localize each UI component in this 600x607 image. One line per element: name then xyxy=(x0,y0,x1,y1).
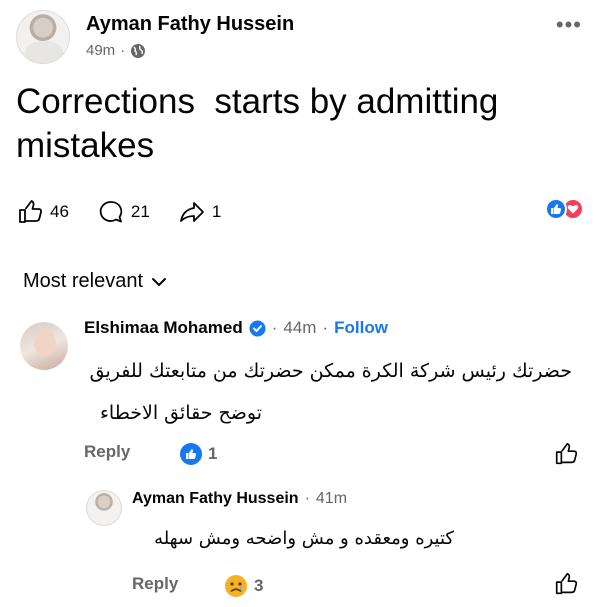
globe-icon xyxy=(131,43,146,58)
post-time[interactable]: 49m xyxy=(86,42,115,59)
comment-header: Ayman Fathy Hussein · 41m xyxy=(132,490,347,508)
comment-reactions[interactable]: 3 xyxy=(224,574,263,598)
post-reactions[interactable] xyxy=(545,198,584,220)
commenter-avatar[interactable] xyxy=(20,322,68,370)
share-button[interactable]: 1 xyxy=(178,198,221,226)
like-button[interactable]: 46 xyxy=(16,198,69,226)
chevron-down-icon xyxy=(152,277,167,286)
comment-text-line: توضح حقائق الاخطاء xyxy=(99,402,262,424)
post-action-bar: 46 21 1 xyxy=(16,196,584,228)
comment-reactions[interactable]: 1 xyxy=(180,443,217,465)
meta-separator: · xyxy=(304,490,310,507)
comment-text-line: كتيره ومعقده و مش واضحه ومش سهله xyxy=(154,528,454,549)
reaction-count: 3 xyxy=(254,576,264,595)
reply-button[interactable]: Reply xyxy=(132,574,178,594)
comment-time[interactable]: 44m xyxy=(283,318,316,338)
reaction-count: 1 xyxy=(208,444,218,463)
reply-button[interactable]: Reply xyxy=(84,442,130,462)
post-author-name[interactable]: Ayman Fathy Hussein xyxy=(86,13,294,36)
like-count: 46 xyxy=(50,202,69,221)
thumbs-up-icon[interactable] xyxy=(553,571,579,597)
meta-separator: · xyxy=(322,318,329,337)
share-count: 1 xyxy=(211,202,222,221)
verified-badge-icon xyxy=(249,320,266,336)
comment-text-line: حضرتك رئيس شركة الكرة ممكن حضرتك من متاب… xyxy=(89,360,572,382)
meta-separator: · xyxy=(271,318,278,337)
comment-header: Elshimaa Mohamed · 44m · Follow xyxy=(84,318,388,338)
post-text: Corrections starts by admitting mistakes xyxy=(16,82,509,165)
comment-text: حضرتك رئيس شركة الكرة ممكن حضرتك من متاب… xyxy=(84,353,572,389)
comment-time[interactable]: 41m xyxy=(316,490,347,508)
comment-text: كتيره ومعقده و مش واضحه ومش سهله xyxy=(132,522,454,556)
comment-button[interactable]: 21 xyxy=(97,198,150,226)
share-arrow-icon xyxy=(179,202,204,222)
comment-sort-dropdown[interactable]: Most relevant xyxy=(23,270,167,293)
post-meta: 49m · xyxy=(86,42,146,59)
author-avatar[interactable] xyxy=(16,10,70,64)
like-icon xyxy=(545,198,567,220)
sad-icon xyxy=(225,575,247,597)
comment-text: توضح حقائق الاخطاء xyxy=(84,395,262,431)
comment-bubble-icon xyxy=(99,201,123,223)
meta-separator: · xyxy=(120,42,126,59)
follow-button[interactable]: Follow xyxy=(334,318,388,338)
sort-label: Most relevant xyxy=(23,270,144,292)
commenter-name[interactable]: Elshimaa Mohamed xyxy=(84,318,243,338)
thumbs-up-icon xyxy=(19,200,42,223)
like-icon xyxy=(180,443,202,465)
post-header: Ayman Fathy Hussein 49m · ••• xyxy=(16,10,584,64)
commenter-name[interactable]: Ayman Fathy Hussein xyxy=(132,490,299,508)
more-options-icon[interactable]: ••• xyxy=(556,14,582,36)
replier-avatar[interactable] xyxy=(86,490,122,526)
thumbs-up-icon[interactable] xyxy=(553,441,579,467)
comment-count: 21 xyxy=(130,202,150,221)
